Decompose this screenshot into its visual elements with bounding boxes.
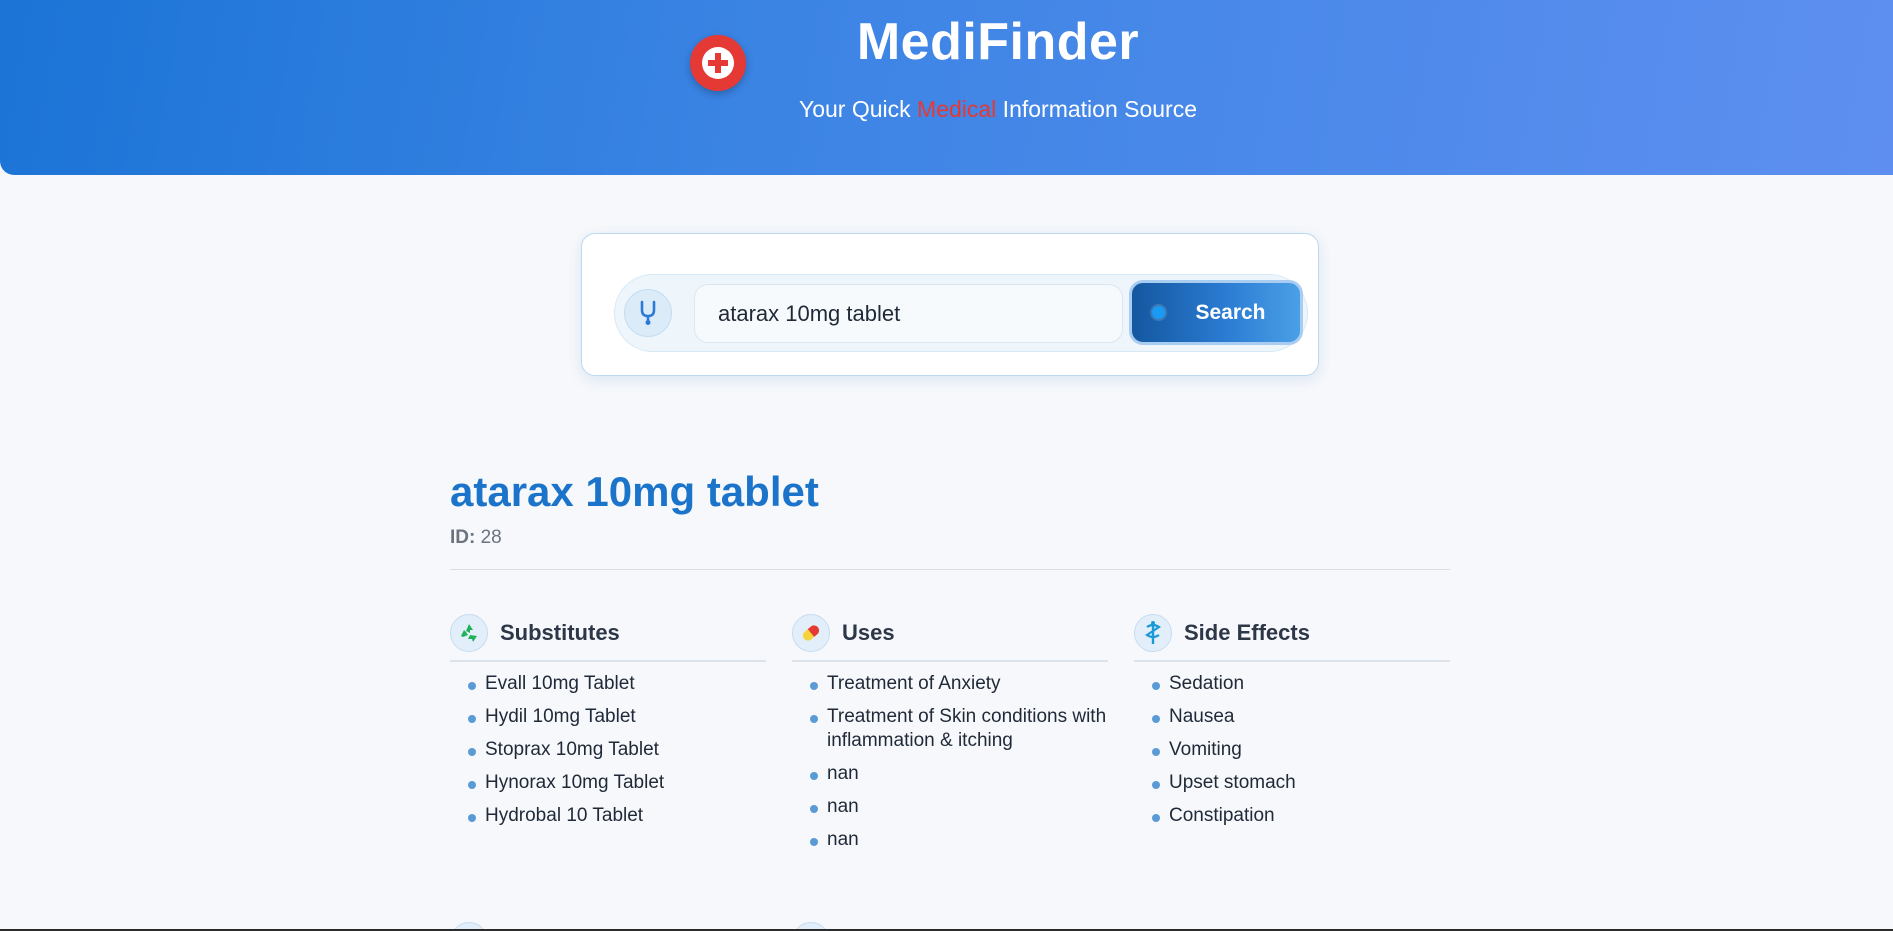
stethoscope-icon-glyph bbox=[640, 300, 656, 325]
list-item: nan bbox=[792, 795, 1108, 819]
result-id-label: ID: bbox=[450, 527, 476, 548]
list-item: Hydrobal 10 Tablet bbox=[450, 804, 766, 828]
result-id-value: 28 bbox=[480, 527, 502, 548]
search-bar: Search bbox=[614, 274, 1308, 352]
tagline-text-start: Your Quick bbox=[798, 96, 918, 122]
list-item: Hydil 10mg Tablet bbox=[450, 705, 766, 729]
list-item: Treatment of Skin conditions with inflam… bbox=[792, 705, 1108, 753]
list-item: nan bbox=[792, 762, 1108, 786]
tagline-text-end: Information Source bbox=[996, 96, 1198, 122]
result-id: ID: 28 bbox=[450, 527, 502, 549]
stethoscope-icon bbox=[624, 289, 672, 337]
search-card: Search bbox=[581, 233, 1319, 376]
section-header: Side Effects bbox=[1134, 614, 1450, 662]
section-title: Uses bbox=[842, 620, 895, 645]
caduceus-icon-glyph bbox=[1145, 621, 1161, 644]
result-title: atarax 10mg tablet bbox=[450, 468, 819, 515]
section-header: Uses bbox=[792, 614, 1108, 662]
side-effects-list: Sedation Nausea Vomiting Upset stomach C… bbox=[1134, 662, 1450, 828]
list-item: Evall 10mg Tablet bbox=[450, 672, 766, 696]
uses-list: Treatment of Anxiety Treatment of Skin c… bbox=[792, 662, 1108, 852]
search-button[interactable]: Search bbox=[1129, 280, 1303, 345]
section-header: Substitutes bbox=[450, 614, 766, 662]
list-item: Vomiting bbox=[1134, 738, 1450, 762]
search-button-label: Search bbox=[1195, 300, 1266, 324]
list-item: Sedation bbox=[1134, 672, 1450, 696]
section-uses: Uses Treatment of Anxiety Treatment of S… bbox=[792, 614, 1108, 861]
section-side-effects: Side Effects Sedation Nausea Vomiting Up… bbox=[1134, 614, 1450, 837]
app-title: MediFinder bbox=[856, 13, 1140, 71]
list-item: Upset stomach bbox=[1134, 771, 1450, 795]
section-title: Side Effects bbox=[1184, 620, 1310, 645]
search-icon bbox=[1152, 306, 1166, 319]
tagline-accent: Medical bbox=[917, 96, 997, 122]
list-item: Nausea bbox=[1134, 705, 1450, 729]
substitutes-list: Evall 10mg Tablet Hydil 10mg Tablet Stop… bbox=[450, 662, 766, 828]
recycle-icon bbox=[450, 614, 488, 652]
list-item: Treatment of Anxiety bbox=[792, 672, 1108, 696]
list-item: Stoprax 10mg Tablet bbox=[450, 738, 766, 762]
recycle-icon-glyph bbox=[461, 624, 477, 642]
app-header: MediFinder Your Quick Medical Informatio… bbox=[0, 0, 1893, 175]
divider bbox=[450, 569, 1450, 570]
section-substitutes: Substitutes Evall 10mg Tablet Hydil 10mg… bbox=[450, 614, 766, 837]
caduceus-icon bbox=[1134, 614, 1172, 652]
search-input[interactable] bbox=[694, 284, 1123, 343]
list-item: Constipation bbox=[1134, 804, 1450, 828]
list-item: Hynorax 10mg Tablet bbox=[450, 771, 766, 795]
section-title: Substitutes bbox=[500, 620, 620, 645]
app-tagline: Your Quick Medical Information Source bbox=[0, 96, 1893, 123]
pill-icon bbox=[792, 614, 830, 652]
pill-icon-glyph bbox=[802, 625, 820, 641]
list-item: nan bbox=[792, 828, 1108, 852]
